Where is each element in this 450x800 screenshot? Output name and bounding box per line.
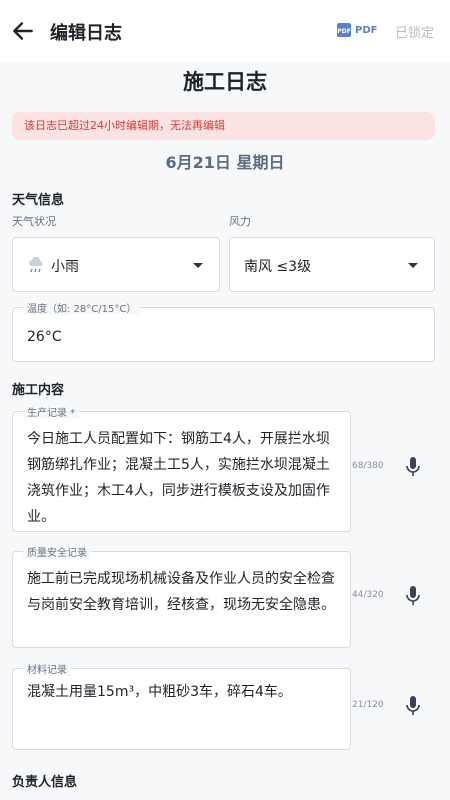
back-arrow-icon[interactable]	[10, 18, 36, 44]
edit-expired-warning: 该日志已超过24小时编辑期，无法再编辑	[12, 112, 435, 140]
production-record-text: 今日施工人员配置如下：钢筋工4人，开展拦水坝钢筋绑扎作业；混凝土工5人，实施拦水…	[27, 431, 330, 525]
pdf-label: PDF	[355, 24, 378, 36]
quality-safety-record-text: 施工前已完成现场机械设备及作业人员的安全检查与岗前安全教育培训，经核查，现场无安…	[27, 571, 335, 613]
microphone-icon[interactable]	[405, 456, 421, 478]
light-rain-icon	[29, 257, 43, 273]
log-date: 6月21日 星期日	[165, 153, 285, 172]
material-record-field[interactable]: 材料记录 混凝土用量15m³，中粗砂3车，碎石4车。	[12, 661, 351, 750]
production-record-counter: 68/380	[352, 461, 384, 471]
quality-safety-record-field[interactable]: 质量安全记录 施工前已完成现场机械设备及作业人员的安全检查与岗前安全教育培训，经…	[12, 544, 351, 648]
construction-section-title: 施工内容	[12, 383, 65, 398]
app-bar-title: 编辑日志	[50, 23, 122, 44]
app-bar: 编辑日志 PDF PDF 已锁定	[0, 0, 450, 62]
pdf-icon: PDF	[337, 23, 351, 37]
material-record-counter: 21/120	[352, 700, 384, 710]
microphone-icon[interactable]	[405, 695, 421, 717]
wind-value: 南风 ≤3级	[244, 259, 312, 275]
weather-section-title: 天气信息	[12, 193, 65, 208]
svg-text:PDF: PDF	[337, 28, 350, 35]
locked-status: 已锁定	[395, 26, 435, 41]
quality-safety-record-counter: 44/320	[352, 590, 384, 600]
wind-select[interactable]: 南风 ≤3级	[229, 237, 435, 292]
weather-condition-value: 小雨	[51, 259, 79, 275]
temperature-label: 温度（如: 28°C/15°C）	[23, 300, 141, 315]
material-record-text: 混凝土用量15m³，中粗砂3车，碎石4车。	[27, 684, 292, 700]
microphone-icon[interactable]	[405, 585, 421, 607]
quality-safety-record-label: 质量安全记录	[23, 544, 91, 559]
temperature-value: 26°C	[27, 329, 62, 345]
chevron-down-icon	[193, 263, 203, 268]
wind-label: 风力	[229, 215, 251, 228]
temperature-field[interactable]: 温度（如: 28°C/15°C） 26°C	[12, 300, 435, 362]
production-record-label: 生产记录 *	[23, 404, 80, 419]
weather-condition-select[interactable]: 小雨	[12, 237, 220, 292]
page-title: 施工日志	[183, 70, 267, 94]
material-record-label: 材料记录	[23, 661, 71, 676]
chevron-down-icon	[408, 263, 418, 268]
production-record-field[interactable]: 生产记录 * 今日施工人员配置如下：钢筋工4人，开展拦水坝钢筋绑扎作业；混凝土工…	[12, 404, 351, 532]
pdf-export-button[interactable]: PDF PDF	[336, 22, 377, 38]
responsible-section-title: 负责人信息	[12, 775, 78, 790]
weather-condition-label: 天气状况	[12, 215, 56, 228]
